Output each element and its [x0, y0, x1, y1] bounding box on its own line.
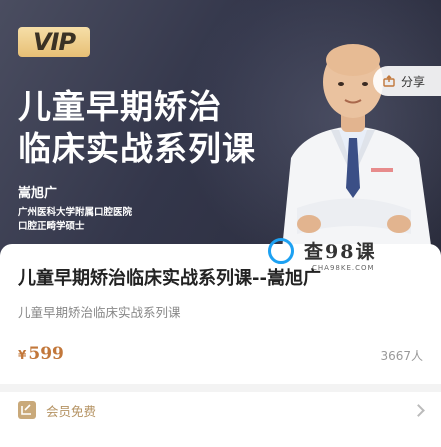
bottom-spacer: [0, 428, 441, 447]
teacher-desc-line2: 口腔正畸学硕士: [18, 221, 85, 232]
share-icon: [383, 75, 395, 87]
member-free-label: 会员免费: [46, 403, 97, 419]
course-banner: VIP 儿童早期矫治 临床实战系列课 嵩旭广 广州医科大学附属口腔医院 口腔正畸…: [0, 0, 441, 260]
member-icon: [18, 401, 36, 419]
teacher-name: 嵩旭广: [18, 186, 58, 201]
currency-symbol: ¥: [18, 348, 27, 362]
course-subtitle: 儿童早期矫治临床实战系列课: [18, 305, 181, 320]
course-price: ¥599: [18, 344, 64, 364]
share-label: 分享: [401, 74, 426, 89]
teacher-desc-line1: 广州医科大学附属口腔医院: [18, 207, 133, 218]
share-button[interactable]: 分享: [373, 66, 441, 96]
enrolled-count: 3667人: [380, 349, 423, 363]
watermark-text: 查98课: [304, 241, 377, 263]
teacher-description: 广州医科大学附属口腔医院 口腔正畸学硕士: [18, 206, 132, 234]
watermark-domain: CHA98KE.COM: [312, 264, 375, 272]
banner-title-line2: 临床实战系列课: [18, 129, 256, 168]
price-amount: 599: [28, 344, 64, 364]
chevron-right-icon: [412, 403, 425, 417]
banner-title-line1: 儿童早期矫治: [18, 87, 222, 126]
member-free-row[interactable]: 会员免费: [0, 392, 441, 428]
watermark-logo: 查98课 CHA98KE.COM: [268, 238, 408, 274]
watermark-circle-icon: [268, 238, 294, 264]
vip-badge: VIP: [18, 27, 90, 57]
